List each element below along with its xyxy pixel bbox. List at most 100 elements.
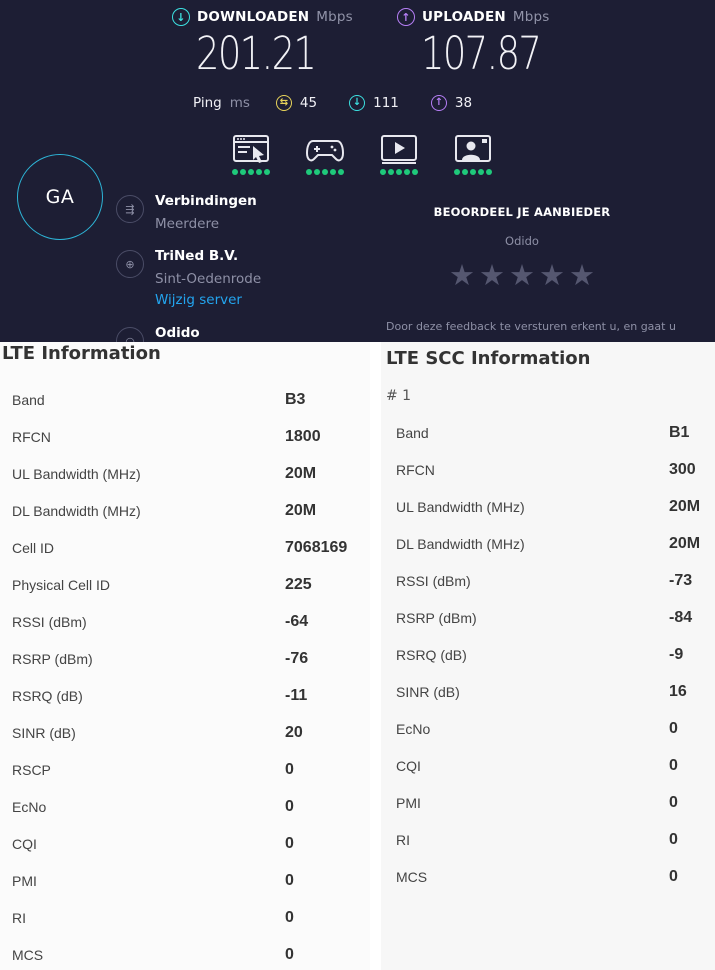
row-label: UL Bandwidth (MHz) (396, 498, 525, 515)
row-value: 0 (669, 793, 678, 811)
row-label: RSCP (12, 761, 51, 778)
row-label: UL Bandwidth (MHz) (12, 465, 141, 482)
row-value: 0 (669, 756, 678, 774)
row-label: RFCN (12, 428, 51, 445)
row-label: Band (396, 424, 429, 441)
star-icon[interactable]: ★ (509, 260, 535, 290)
gaming-icon (305, 140, 345, 162)
table-row: RI 0 (12, 899, 368, 936)
row-label: RSRQ (dB) (396, 646, 467, 663)
app-video-call[interactable] (453, 133, 493, 175)
row-value: 1800 (285, 427, 321, 445)
table-row: MCS 0 (12, 936, 368, 970)
row-label: RI (396, 831, 410, 848)
star-icon[interactable]: ★ (449, 260, 475, 290)
connections-title: Verbindingen (155, 193, 257, 209)
user-avatar[interactable]: GA (17, 154, 103, 240)
row-label: CQI (396, 757, 421, 774)
row-label: RSRP (dBm) (12, 650, 93, 667)
row-label: DL Bandwidth (MHz) (396, 535, 525, 552)
table-row: DL Bandwidth (MHz) 20M (396, 525, 715, 562)
row-value: -73 (669, 571, 693, 589)
upload-latency-icon: ↑ (430, 95, 447, 111)
table-row: Cell ID 7068169 (12, 529, 368, 566)
app-video-streaming[interactable] (379, 133, 419, 175)
rate-provider-title: BEOORDEEL JE AANBIEDER (433, 205, 611, 219)
table-row: EcNo 0 (396, 710, 715, 747)
rating-dots (380, 169, 418, 175)
rate-provider-section: BEOORDEEL JE AANBIEDER Odido ★ ★ ★ ★ ★ D… (386, 205, 696, 333)
download-value: 201.21 (196, 27, 317, 80)
server-name: TriNed B.V. (155, 248, 239, 264)
row-value: -76 (285, 649, 309, 667)
lte-information-panel: LTE Information Band B3 RFCN 1800 UL Bandwid… (0, 342, 370, 970)
row-value: 20M (285, 464, 317, 482)
table-row: SINR (dB) 16 (396, 673, 715, 710)
multi-connection-icon: ⇶ (116, 195, 144, 223)
table-row: RSRQ (dB) -9 (396, 636, 715, 673)
server-location: Sint-Oedenrode (155, 271, 262, 287)
row-value: 0 (285, 760, 294, 778)
table-row: RSCP 0 (12, 751, 368, 788)
upload-metric: ↑ UPLOADEN Mbps 107.87 (397, 8, 566, 80)
star-icon[interactable]: ★ (569, 260, 595, 290)
row-label: SINR (dB) (12, 724, 76, 741)
row-label: PMI (396, 794, 421, 811)
provider-name: Odido (155, 325, 200, 341)
app-gaming[interactable] (305, 133, 345, 175)
server-item: ⊕ TriNed B.V. Sint-Oedenrode Wijzig serv… (116, 247, 261, 310)
row-label: RSRP (dBm) (396, 609, 477, 626)
row-value: 0 (285, 797, 294, 815)
table-row: CQI 0 (12, 825, 368, 862)
app-performance-row (231, 133, 493, 175)
scc-index: # 1 (386, 388, 412, 404)
row-label: RI (12, 909, 26, 926)
row-value: B3 (285, 390, 306, 408)
ping-download-value: 111 (373, 95, 399, 111)
row-value: 225 (285, 575, 312, 593)
row-value: 0 (669, 830, 678, 848)
star-icon[interactable]: ★ (539, 260, 565, 290)
connections-item[interactable]: ⇶ Verbindingen Meerdere (116, 192, 257, 235)
provider-icon: ○ (116, 327, 144, 342)
row-value: 0 (669, 867, 678, 885)
feedback-disclaimer: Door deze feedback te versturen erkent u… (386, 320, 676, 333)
row-value: 0 (285, 871, 294, 889)
panel-divider (370, 342, 381, 970)
download-unit: Mbps (316, 9, 353, 25)
ping-upload-value: 38 (454, 95, 473, 111)
table-row: RSSI (dBm) -73 (396, 562, 715, 599)
row-label: MCS (12, 946, 44, 963)
table-row: Band B3 (12, 381, 368, 418)
row-value: 300 (669, 460, 696, 478)
table-row: DL Bandwidth (MHz) 20M (12, 492, 368, 529)
row-value: -64 (285, 612, 309, 630)
row-value: -11 (285, 686, 308, 704)
video-call-icon (455, 135, 491, 162)
table-row: RSSI (dBm) -64 (12, 603, 368, 640)
table-row: PMI 0 (396, 784, 715, 821)
row-value: 20M (285, 501, 317, 519)
row-value: 16 (669, 682, 687, 700)
download-metric: ↓ DOWNLOADEN Mbps 201.21 (172, 8, 353, 80)
rate-provider-name: Odido (505, 234, 539, 248)
app-web-browsing[interactable] (231, 133, 271, 175)
row-value: -84 (669, 608, 693, 626)
globe-icon: ⊕ (116, 250, 144, 278)
upload-label: UPLOADEN (422, 9, 506, 25)
row-label: DL Bandwidth (MHz) (12, 502, 141, 519)
ping-label: Ping (193, 95, 222, 111)
table-row: EcNo 0 (12, 788, 368, 825)
row-value: 7068169 (285, 538, 348, 556)
row-label: EcNo (396, 720, 431, 737)
upload-unit: Mbps (512, 9, 550, 25)
table-row: PMI 0 (12, 862, 368, 899)
row-label: RSSI (dBm) (396, 572, 471, 589)
change-server-link[interactable]: Wijzig server (155, 290, 261, 310)
table-row: Physical Cell ID 225 (12, 566, 368, 603)
star-icon[interactable]: ★ (479, 260, 505, 290)
row-label: Cell ID (12, 539, 55, 556)
star-rating[interactable]: ★ ★ ★ ★ ★ (348, 260, 696, 290)
table-row: RSRP (dBm) -76 (12, 640, 368, 677)
table-row: RSRP (dBm) -84 (396, 599, 715, 636)
